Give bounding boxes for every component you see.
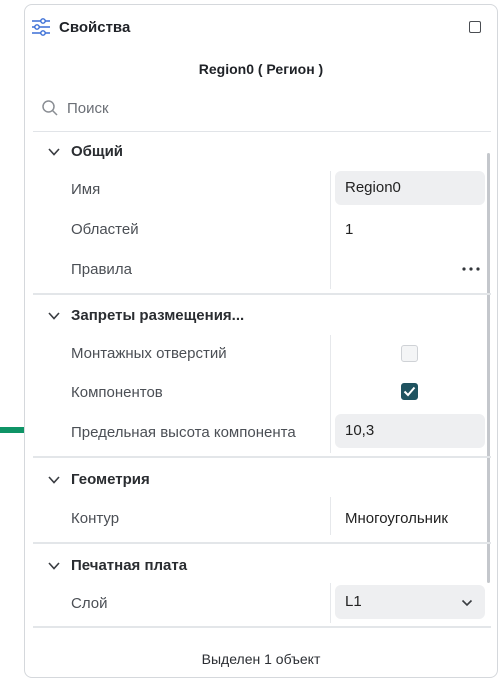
property-value: 1: [345, 221, 354, 238]
property-row-areas: Областей 1: [25, 211, 497, 249]
property-row-name: Имя Region0: [25, 171, 497, 209]
section-divider: [33, 293, 491, 295]
section-label: Запреты размещения...: [71, 307, 245, 324]
property-key: Имя: [71, 181, 101, 198]
section-label: Печатная плата: [71, 557, 188, 574]
property-row-contour: Контур Многоугольник: [25, 500, 497, 538]
section-label: Общий: [71, 143, 124, 160]
section-placement[interactable]: Запреты размещения...: [25, 301, 497, 331]
property-row-layer: Слой L1: [25, 585, 497, 623]
panel-header: Свойства: [25, 5, 497, 49]
section-pcb[interactable]: Печатная плата: [25, 551, 497, 581]
mounting-holes-checkbox[interactable]: [401, 345, 418, 362]
chevron-down-icon: [461, 599, 473, 607]
property-key: Областей: [71, 221, 139, 238]
selected-object-title: Region0 ( Регион ): [198, 61, 324, 77]
section-label: Геометрия: [71, 471, 150, 488]
section-divider: [33, 626, 491, 628]
property-key: Монтажных отверстий: [71, 345, 227, 362]
settings-sliders-icon: [32, 18, 50, 36]
property-key: Слой: [71, 595, 108, 612]
divider: [33, 131, 491, 132]
search-bar: [41, 93, 481, 123]
search-icon: [42, 100, 58, 116]
property-row-components: Компонентов: [25, 374, 497, 412]
section-geometry[interactable]: Геометрия: [25, 465, 497, 495]
property-key: Контур: [71, 510, 120, 527]
property-value: L1: [345, 593, 362, 610]
property-key: Предельная высота компонента: [71, 424, 296, 441]
property-key: Компонентов: [71, 384, 163, 401]
chevron-down-icon: [48, 312, 60, 320]
check-icon: [403, 386, 416, 397]
components-checkbox[interactable]: [401, 383, 418, 400]
section-general[interactable]: Общий: [25, 137, 497, 167]
property-row-mounting-holes: Монтажных отверстий: [25, 335, 497, 373]
chevron-down-icon: [48, 148, 60, 156]
more-dots-icon[interactable]: [461, 266, 481, 272]
property-value: Многоугольник: [345, 510, 448, 527]
properties-panel: Свойства Region0 ( Регион ) Общий Имя Re…: [24, 4, 498, 678]
chevron-down-icon: [48, 476, 60, 484]
property-row-max-height: Предельная высота компонента 10,3: [25, 414, 497, 452]
search-input[interactable]: [67, 96, 447, 120]
chevron-down-icon: [48, 562, 60, 570]
property-row-rules: Правила: [25, 251, 497, 289]
name-field[interactable]: Region0: [335, 171, 485, 205]
layer-select[interactable]: L1: [335, 585, 485, 619]
maximize-icon[interactable]: [469, 21, 481, 33]
section-divider: [33, 456, 491, 458]
property-value: Region0: [345, 179, 401, 196]
selection-status: Выделен 1 объект: [201, 651, 321, 667]
property-key: Правила: [71, 261, 132, 278]
max-height-field[interactable]: 10,3: [335, 414, 485, 448]
property-value: 10,3: [345, 422, 375, 439]
panel-title: Свойства: [59, 19, 131, 36]
section-divider: [33, 542, 491, 544]
